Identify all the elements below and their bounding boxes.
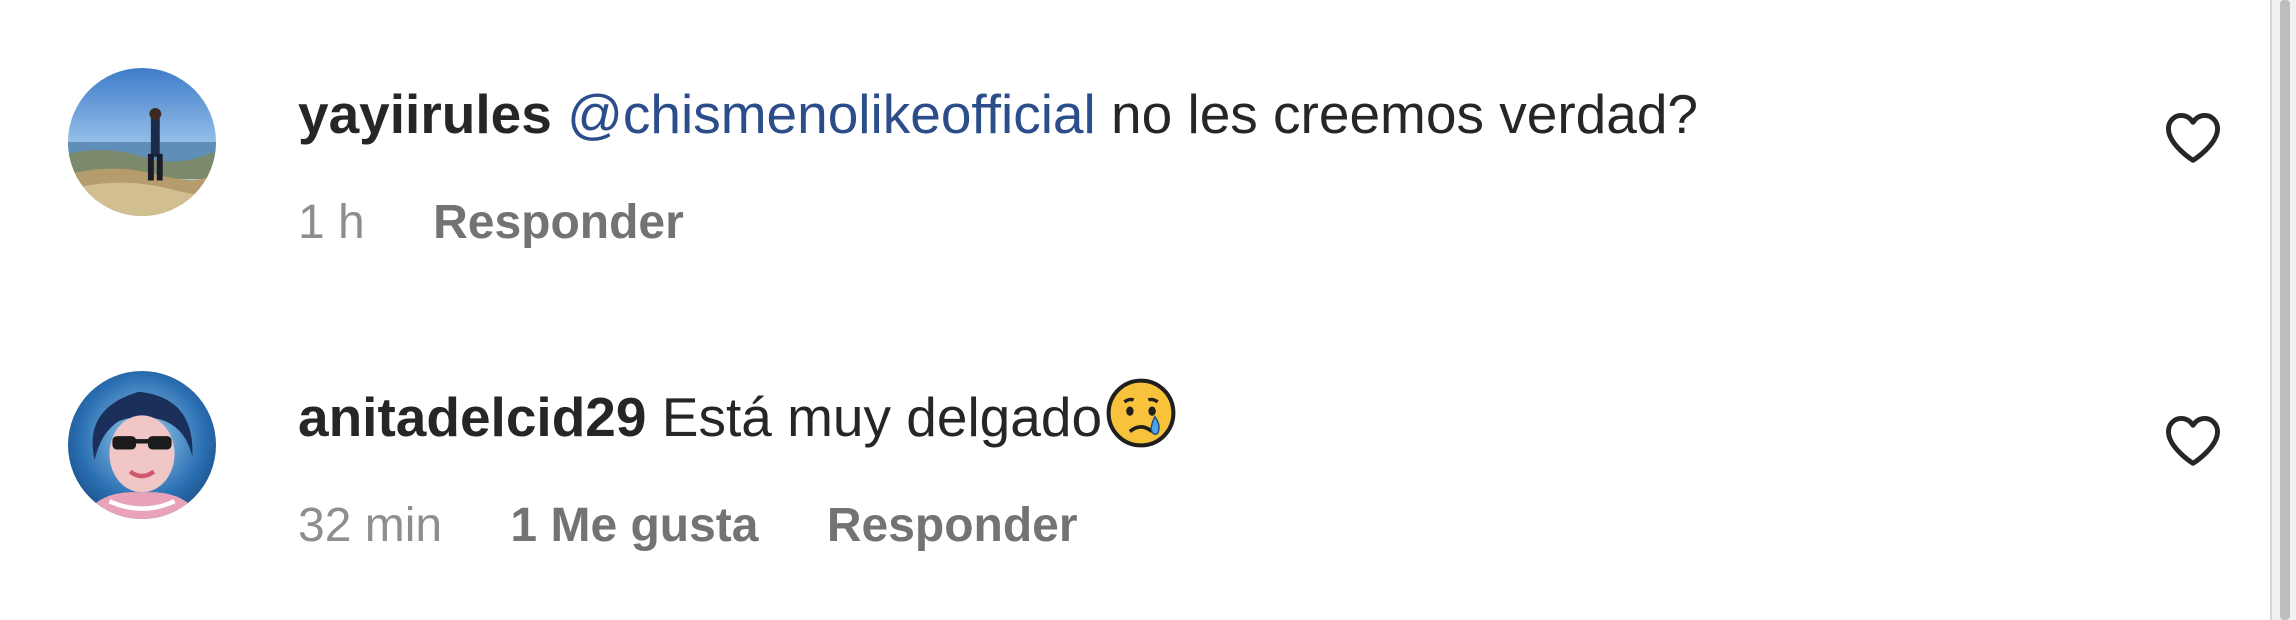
comment-username[interactable]: yayiirules	[298, 83, 552, 145]
like-button[interactable]	[2163, 413, 2223, 467]
comment-text: Está muy delgado	[661, 386, 1103, 448]
portrait-photo-avatar-icon	[68, 371, 216, 519]
scrollbar-thumb[interactable]	[2280, 0, 2290, 620]
like-button[interactable]	[2163, 110, 2223, 164]
reply-button[interactable]: Responder	[433, 196, 684, 249]
comment-text-line: anitadelcid29 Está muy delgado	[298, 373, 1178, 461]
likes-count[interactable]: 1 Me gusta	[510, 499, 758, 552]
comment-item: anitadelcid29 Está muy delgado 32 min 1 …	[0, 303, 2270, 552]
vertical-scrollbar[interactable]	[2270, 0, 2296, 620]
comment-text-line: yayiirules @chismenolikeofficial no les …	[298, 70, 1698, 158]
comments-list: yayiirules @chismenolikeofficial no les …	[0, 0, 2270, 620]
avatar[interactable]	[68, 371, 216, 519]
reply-button[interactable]: Responder	[827, 499, 1078, 552]
comment-time: 1 h	[298, 196, 365, 249]
comment-meta: 32 min 1 Me gusta Responder	[298, 491, 1133, 561]
heart-outline-icon	[2166, 112, 2220, 163]
landscape-photo-avatar-icon	[68, 68, 216, 216]
comment-item: yayiirules @chismenolikeofficial no les …	[0, 0, 2270, 249]
comment-username[interactable]: anitadelcid29	[298, 386, 646, 448]
comment-meta: 1 h Responder	[298, 188, 739, 258]
avatar[interactable]	[68, 68, 216, 216]
crying-face-emoji-icon	[1104, 376, 1178, 450]
heart-outline-icon	[2166, 415, 2220, 466]
comment-mention[interactable]: @chismenolikeofficial	[567, 83, 1096, 145]
comment-text: no les creemos verdad?	[1111, 83, 1698, 145]
comment-time: 32 min	[298, 499, 443, 552]
